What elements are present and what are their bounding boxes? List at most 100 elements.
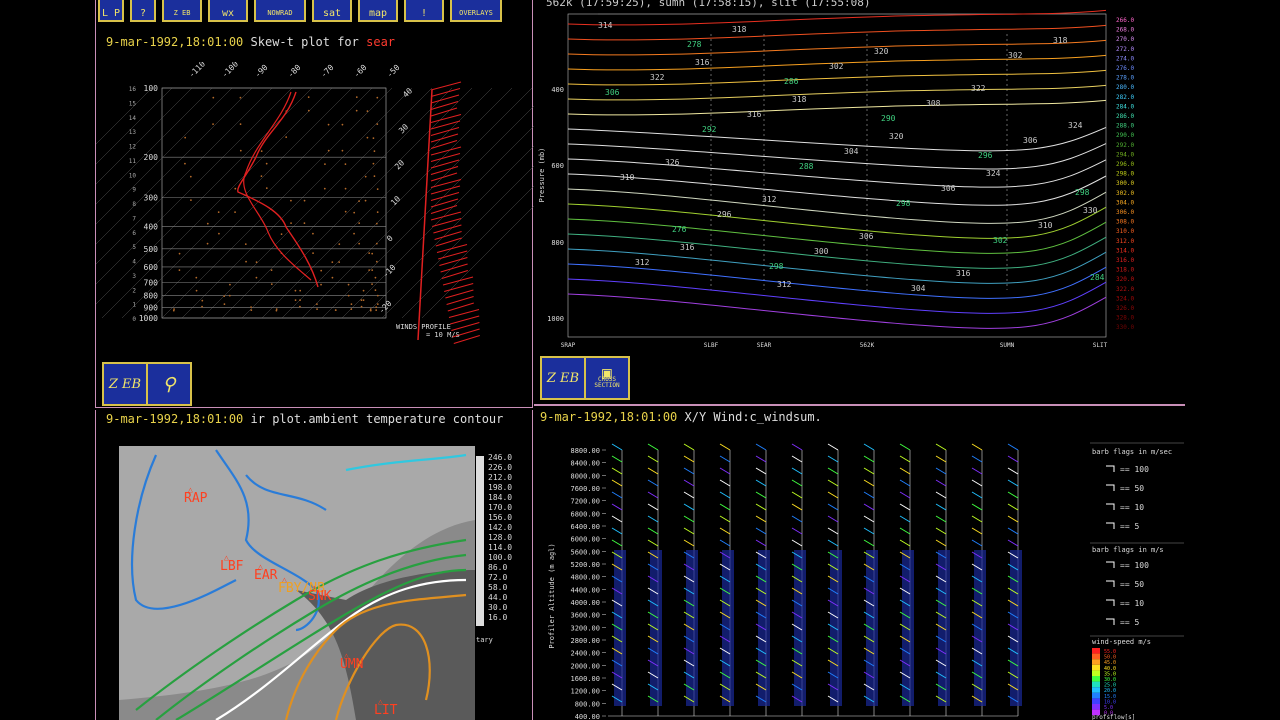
legend1-item: == 100: [1120, 465, 1149, 474]
skewt-temp-label: -80: [286, 63, 303, 80]
toolbar-button-5[interactable]: sat: [312, 0, 352, 22]
wind-barb: [935, 539, 947, 547]
wind-speed-band: [866, 550, 878, 706]
cross-zeb-button[interactable]: Z EB: [540, 356, 586, 400]
skewt-dot: •: [330, 259, 334, 266]
toolbar-button-0[interactable]: L P: [98, 0, 124, 22]
cross-contour-label: 298: [896, 199, 911, 208]
wind-y-tick: 6000.00: [570, 536, 600, 544]
wind-speed-band: [650, 550, 662, 706]
skewt-dot: •: [228, 282, 232, 289]
wind-barb: [719, 527, 731, 535]
wind-y-tick: 1200.00: [570, 688, 600, 696]
toolbar-button-label: !: [420, 8, 428, 19]
toolbar-button-4[interactable]: NOWRAD: [254, 0, 306, 22]
skewt-title: 9-mar-1992,18:01:00 Skew-t plot for sear: [106, 35, 395, 49]
cross-ylabel: Pressure (mb): [538, 148, 546, 203]
wind-barb: [827, 455, 839, 463]
station-label: SNK: [308, 589, 332, 604]
wind-barb: [647, 455, 659, 463]
skewt-dot: •: [311, 231, 315, 238]
skewt-dot: •: [347, 282, 351, 289]
toolbar-button-7[interactable]: !: [404, 0, 444, 22]
skewt-dot: •: [234, 186, 238, 193]
skewt-plot: 1002003004005006007008009001000161514131…: [96, 62, 534, 344]
toolbar-button-6[interactable]: map: [358, 0, 398, 22]
wind-barb: [719, 515, 731, 523]
wind-y-tick: 6400.00: [570, 523, 600, 531]
temperature-profile: [237, 91, 319, 288]
legend2-item: == 100: [1120, 561, 1149, 570]
skewt-dot: •: [178, 267, 182, 274]
skewt-dot: •: [367, 267, 371, 274]
wind-barb: [863, 443, 875, 451]
zeb-button[interactable]: Z EB: [102, 362, 148, 406]
wind-barb: [683, 467, 695, 475]
skewt-title-text: Skew-t plot for: [250, 35, 359, 49]
skewt-dot: •: [362, 298, 366, 305]
skewt-dot: •: [289, 198, 293, 205]
wind-barb: [791, 515, 803, 523]
toolbar-button-1[interactable]: ?: [130, 0, 156, 22]
skewt-dot: •: [303, 198, 307, 205]
toolbar-button-3[interactable]: wx: [208, 0, 248, 22]
skewt-pressure-label: 600: [144, 263, 159, 272]
skewt-dot: •: [355, 95, 359, 102]
wind-barb: [1007, 467, 1019, 475]
wind-barb: [440, 263, 468, 273]
toolbar-button-label: NOWRAD: [267, 9, 293, 17]
wind-y-tick: 8800.00: [570, 447, 600, 455]
wind-barb: [432, 218, 462, 227]
wind-barb: [791, 503, 803, 511]
wind-barb: [1007, 479, 1019, 487]
wind-title-text: X/Y Wind:c_windsum.: [684, 410, 822, 424]
cross-contour-label: 320: [874, 47, 889, 56]
skewt-height-label: 11: [129, 158, 137, 165]
skewt-dot: •: [344, 186, 348, 193]
skewt-height-label: 15: [129, 100, 137, 107]
skewt-dot: •: [376, 95, 380, 102]
wind-speed-band: [902, 550, 914, 706]
wind-speed-band: [614, 550, 626, 706]
cross-contour-label: 278: [687, 40, 702, 49]
wind-barb: [899, 527, 911, 535]
wind-y-tick: 7200.00: [570, 498, 600, 506]
skewt-dot: •: [284, 135, 288, 142]
wind-profile-label: WINDS PROFILE: [396, 323, 451, 331]
cross-contour-label: 288: [799, 162, 814, 171]
cross-section-button[interactable]: ▣ CROSS SECTION: [584, 356, 630, 400]
cross-contour-label: 302: [993, 236, 1008, 245]
toolbar-button-8[interactable]: OVERLAYS: [450, 0, 502, 22]
wind-barb: [935, 467, 947, 475]
wind-barb: [863, 527, 875, 535]
cross-scale-value: 330.0: [1116, 324, 1134, 331]
skewt-dot: •: [370, 282, 374, 289]
legend-flag-icon: [1106, 465, 1115, 472]
wind-barb: [863, 515, 875, 523]
cross-y-tick: 600: [551, 162, 564, 170]
wind-barb: [683, 515, 695, 523]
skewt-height-label: 16: [129, 86, 137, 93]
skewt-dot: •: [244, 241, 248, 248]
skewt-dot: •: [189, 174, 193, 181]
skewt-dot: •: [366, 135, 370, 142]
toolbar-button-label: Z EB: [173, 9, 191, 17]
cross-scale-value: 286.0: [1116, 113, 1134, 120]
wind-barb: [439, 257, 468, 266]
wind-barb: [433, 224, 462, 234]
balloon-button[interactable]: ⚲: [146, 362, 192, 406]
skewt-dot: •: [372, 161, 376, 168]
toolbar-button-2[interactable]: Z EB: [162, 0, 202, 22]
skewt-dot: •: [172, 306, 176, 313]
station-label: EAR: [254, 568, 278, 583]
skewt-pressure-label: 700: [144, 278, 159, 287]
cross-section-panel: 562k (17:59:25), sumn (17:58:15), slit (…: [534, 0, 1185, 406]
skewt-temp-label: -90: [253, 63, 270, 80]
wind-barb: [611, 479, 623, 487]
cross-contour-label: 290: [881, 114, 896, 123]
wind-barb: [683, 479, 695, 487]
skewt-dot: •: [315, 301, 319, 308]
wind-barb: [445, 289, 474, 299]
wind-barb: [863, 539, 875, 547]
skewt-isotherm: [321, 105, 534, 319]
